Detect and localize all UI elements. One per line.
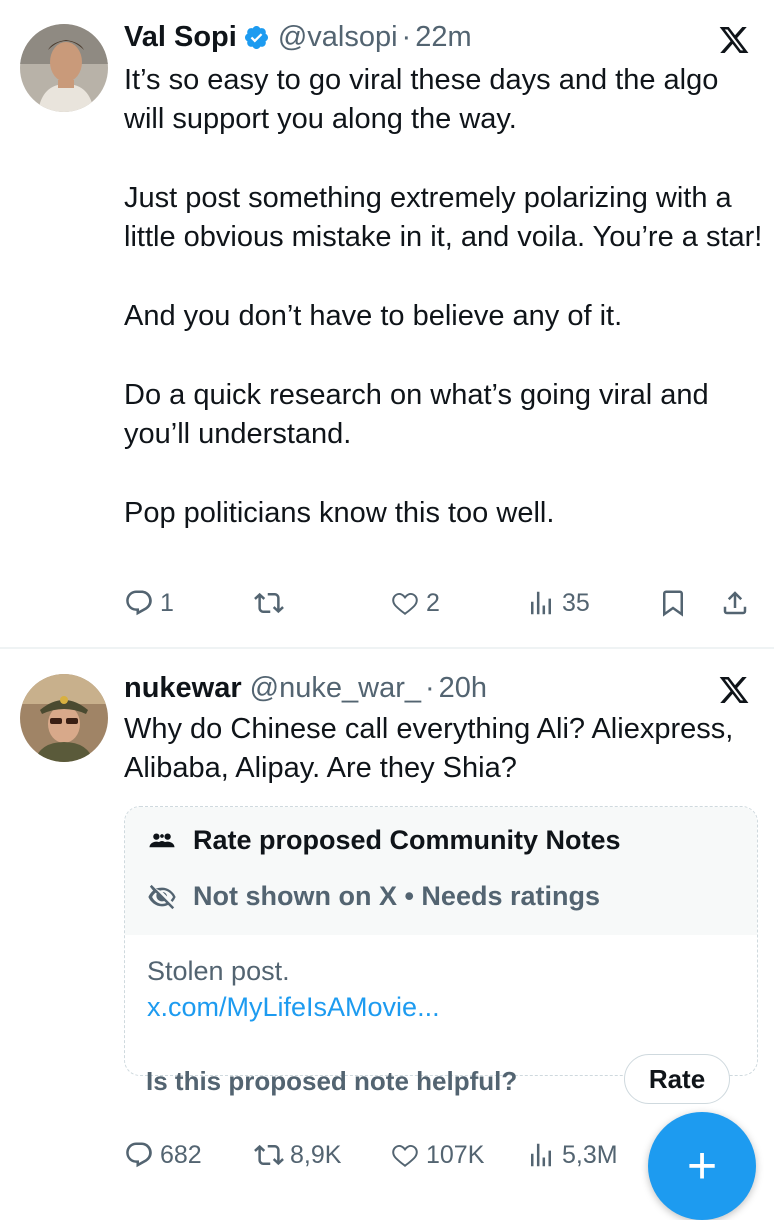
tweet-paragraph: Just post something extremely polarizing… xyxy=(124,182,763,253)
heart-icon xyxy=(392,1144,418,1167)
rate-button[interactable]: Rate xyxy=(624,1054,730,1104)
tweet-paragraph: Why do Chinese call everything Ali? Alie… xyxy=(124,713,734,784)
tweet-paragraph: Pop politicians know this too well. xyxy=(124,497,555,529)
repost-icon xyxy=(254,592,284,614)
tweet-paragraph: It’s so easy to go viral these days and … xyxy=(124,64,719,135)
heart-icon xyxy=(392,592,418,615)
repost-button[interactable] xyxy=(254,588,290,618)
repost-icon xyxy=(254,1144,284,1166)
views-count: 35 xyxy=(562,588,590,617)
compose-button[interactable]: + xyxy=(648,1112,756,1220)
separator-dot: · xyxy=(424,671,435,704)
share-icon xyxy=(723,591,747,615)
display-name[interactable]: nukewar xyxy=(124,672,242,705)
community-note-header: Rate proposed Community Notes Not shown … xyxy=(125,807,757,935)
verified-badge-icon xyxy=(243,24,270,51)
views-icon xyxy=(531,591,551,615)
like-count: 107K xyxy=(426,1140,485,1169)
like-button[interactable]: 107K xyxy=(390,1140,484,1170)
views-button[interactable]: 5,3M xyxy=(526,1140,618,1170)
people-icon xyxy=(149,833,175,847)
tweet-text: Why do Chinese call everything Ali? Alie… xyxy=(124,710,764,788)
like-count: 2 xyxy=(426,588,440,617)
views-count: 5,3M xyxy=(562,1140,618,1169)
tweet-text: It’s so easy to go viral these days and … xyxy=(124,61,764,533)
tweet-paragraph: And you don’t have to believe any of it. xyxy=(124,300,623,332)
avatar[interactable] xyxy=(20,674,108,762)
bookmark-button[interactable] xyxy=(658,588,688,618)
reply-button[interactable]: 1 xyxy=(124,588,174,618)
community-note-title-row[interactable]: Rate proposed Community Notes xyxy=(147,825,621,856)
tweet-header: nukewar @nuke_war_ · 20h xyxy=(124,668,487,708)
reply-icon xyxy=(126,590,152,616)
timestamp[interactable]: 22m xyxy=(415,21,471,54)
eye-off-icon xyxy=(148,884,176,909)
views-button[interactable]: 35 xyxy=(526,588,590,618)
repost-count: 8,9K xyxy=(290,1140,342,1169)
avatar[interactable] xyxy=(20,24,108,112)
community-note-text: Stolen post. xyxy=(147,956,290,986)
x-logo-icon xyxy=(718,674,750,706)
action-bar: 1 2 35 xyxy=(124,588,756,628)
timestamp[interactable]: 20h xyxy=(439,672,487,705)
tweet-nukewar[interactable]: nukewar @nuke_war_ · 20h Why do Chinese … xyxy=(0,650,774,1200)
community-note-status: Not shown on X • Needs ratings xyxy=(193,881,600,911)
display-name[interactable]: Val Sopi xyxy=(124,21,237,54)
tweet-valsopi[interactable]: Val Sopi @valsopi · 22m It’s so easy to … xyxy=(0,0,774,648)
bookmark-icon xyxy=(663,590,683,617)
repost-button[interactable]: 8,9K xyxy=(254,1140,341,1170)
community-note-rating-row: Is this proposed note helpful? Rate xyxy=(124,1042,756,1122)
reply-button[interactable]: 682 xyxy=(124,1140,202,1170)
tweet-divider xyxy=(0,647,774,649)
plus-icon: + xyxy=(686,1137,718,1195)
reply-icon xyxy=(126,1142,152,1168)
share-button[interactable] xyxy=(720,588,750,618)
community-note-body: Stolen post. x.com/MyLifeIsAMovie... xyxy=(147,953,440,1025)
tweet-paragraph: Do a quick research on what’s going vira… xyxy=(124,379,709,450)
views-icon xyxy=(531,1143,551,1167)
community-note-title: Rate proposed Community Notes xyxy=(193,825,621,855)
handle[interactable]: @valsopi xyxy=(278,21,398,54)
community-note-link[interactable]: x.com/MyLifeIsAMovie... xyxy=(147,989,440,1025)
x-logo-icon xyxy=(718,24,750,56)
reply-count: 682 xyxy=(160,1140,202,1169)
community-note-status-row: Not shown on X • Needs ratings xyxy=(147,881,600,912)
handle[interactable]: @nuke_war_ xyxy=(250,672,421,705)
separator-dot: · xyxy=(401,20,412,53)
tweet-header: Val Sopi @valsopi · 22m xyxy=(124,17,472,57)
helpful-question: Is this proposed note helpful? xyxy=(146,1066,518,1096)
community-note-card[interactable]: Rate proposed Community Notes Not shown … xyxy=(124,806,758,1076)
like-button[interactable]: 2 xyxy=(390,588,440,618)
reply-count: 1 xyxy=(160,588,174,617)
